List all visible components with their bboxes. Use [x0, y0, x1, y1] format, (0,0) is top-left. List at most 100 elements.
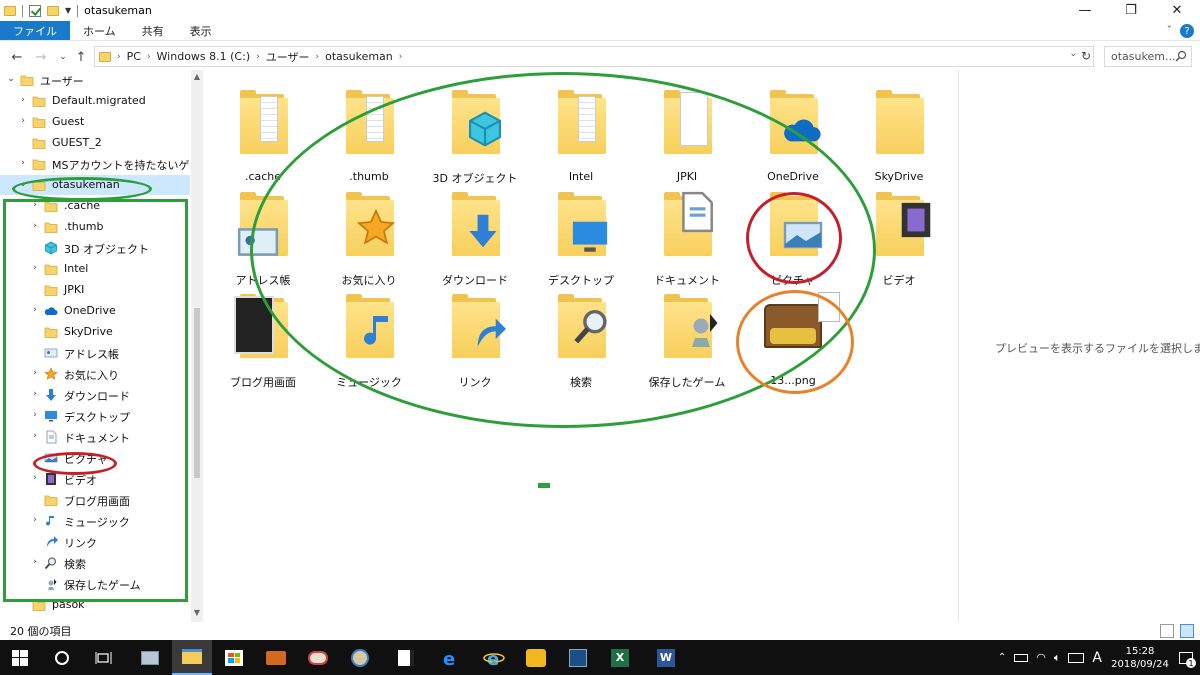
taskbar-app-dictionary[interactable] [558, 640, 598, 675]
file-item[interactable]: ミュージック [316, 282, 416, 389]
breadcrumb-pc[interactable]: PC [127, 50, 141, 63]
scroll-up-icon[interactable]: ▲ [191, 72, 203, 81]
quick-access-toolbar: ▼ [0, 4, 79, 17]
notification-center-button[interactable]: 1 [1172, 640, 1200, 675]
expand-ribbon-icon[interactable]: ˇ [1167, 24, 1173, 38]
scroll-thumb[interactable] [194, 308, 200, 478]
folder-papers-icon [238, 88, 298, 154]
file-item[interactable]: 保存したゲーム [634, 282, 734, 389]
details-view-icon[interactable] [1160, 624, 1174, 638]
file-item[interactable]: アドレス帳 [210, 180, 310, 287]
star-icon [344, 190, 404, 256]
nav-tree-item[interactable]: ⌄ ユーザー [0, 70, 190, 90]
chevron-down-icon[interactable]: ⌄ [18, 179, 28, 189]
file-item[interactable]: 検索 [528, 282, 628, 389]
breadcrumb-drive[interactable]: Windows 8.1 (C:) [157, 50, 251, 63]
nav-tree-label: Default.migrated [52, 94, 146, 107]
nav-scrollbar[interactable]: ▲ ▼ [191, 70, 203, 622]
properties-icon[interactable] [29, 4, 41, 17]
folder-icon[interactable] [4, 5, 16, 16]
file-item[interactable]: ドキュメント [634, 180, 734, 287]
help-icon[interactable]: ? [1180, 24, 1194, 38]
file-item[interactable]: ピクチャ [740, 180, 840, 287]
taskbar-app-ie[interactable]: e [474, 640, 514, 675]
start-button[interactable] [0, 640, 40, 675]
chevron-right-icon[interactable]: › [147, 52, 151, 62]
cortana-button[interactable] [42, 640, 82, 675]
taskbar-app-store[interactable] [214, 640, 254, 675]
chevron-down-icon[interactable]: ⌄ [6, 74, 16, 84]
back-arrow-icon[interactable]: ← [6, 50, 28, 65]
taskbar-app-yellow[interactable] [516, 640, 556, 675]
scroll-down-icon[interactable]: ▼ [191, 608, 203, 617]
file-item[interactable]: JPKI [634, 78, 734, 183]
file-item[interactable]: .cache [210, 78, 310, 183]
nav-tree-item[interactable]: ⌄ otasukeman [0, 175, 190, 195]
nav-tree-item[interactable]: GUEST_2 [0, 133, 190, 153]
chevron-right-icon[interactable]: › [316, 52, 320, 62]
tab-file[interactable]: ファイル [0, 21, 70, 40]
tab-view[interactable]: 表示 [177, 21, 225, 40]
chevron-right-icon[interactable]: › [399, 52, 403, 62]
file-item[interactable]: 13...png [740, 282, 840, 387]
maximize-button[interactable]: ❐ [1108, 0, 1154, 21]
file-item[interactable]: .thumb [316, 78, 416, 183]
file-item[interactable]: ビデオ [846, 180, 946, 287]
refresh-icon[interactable]: ↻ [1081, 49, 1091, 63]
file-item[interactable]: ダウンロード [422, 180, 522, 287]
show-hidden-icons-icon[interactable]: ⌃ [998, 652, 1006, 663]
taskbar-app-excel[interactable]: X [600, 640, 640, 675]
file-item[interactable]: ブログ用画面 [210, 282, 310, 389]
breadcrumb-users[interactable]: ユーザー [266, 49, 310, 65]
file-item[interactable]: Intel [528, 78, 628, 183]
preview-message: プレビューを表示するファイルを選択します。 [995, 342, 1200, 355]
task-view-button[interactable] [84, 640, 124, 675]
tab-home[interactable]: ホーム [70, 21, 129, 40]
taskbar-app-paint[interactable] [298, 640, 338, 675]
divider [77, 4, 79, 17]
wifi-icon[interactable]: ◠ [1036, 651, 1046, 664]
chevron-down-icon[interactable]: ⌄ [1069, 49, 1077, 59]
file-item[interactable]: SkyDrive [846, 78, 946, 183]
chevron-right-icon[interactable]: › [18, 95, 28, 105]
taskbar-app-toolbox[interactable] [256, 640, 296, 675]
file-item[interactable]: 3D オブジェクト [422, 78, 522, 185]
address-bar[interactable]: › PC › Windows 8.1 (C:) › ユーザー › otasuke… [94, 46, 1094, 67]
chevron-right-icon[interactable]: › [117, 52, 121, 62]
taskbar-app-paint2[interactable] [340, 640, 380, 675]
minimize-button[interactable]: — [1062, 0, 1108, 21]
close-button[interactable]: ✕ [1154, 0, 1200, 21]
file-item[interactable]: OneDrive [740, 78, 840, 183]
address-row: ← → ⌄ ↑ › PC › Windows 8.1 (C:) › ユーザー ›… [0, 44, 1200, 70]
taskbar-app-edge[interactable]: e [430, 640, 470, 675]
tab-share[interactable]: 共有 [129, 21, 177, 40]
nav-tree-item[interactable]: › MSアカウントを持たないゲスト [0, 154, 204, 174]
screenshot-icon [234, 292, 298, 358]
chevron-right-icon[interactable]: › [18, 158, 28, 168]
volume-icon[interactable]: 🔈︎ [1054, 651, 1061, 665]
desktop-icon [556, 190, 616, 256]
battery-icon[interactable] [1014, 653, 1029, 662]
taskbar-app-photos[interactable] [130, 640, 170, 675]
chevron-right-icon[interactable]: › [18, 116, 28, 126]
nav-tree-item[interactable]: › Guest [0, 112, 190, 132]
large-icons-view-icon[interactable] [1180, 624, 1194, 638]
new-folder-icon[interactable] [47, 5, 59, 16]
up-arrow-icon[interactable]: ↑ [70, 50, 92, 65]
taskbar-app-explorer[interactable] [172, 640, 212, 675]
chevron-right-icon[interactable]: › [256, 52, 260, 62]
clock[interactable]: 15:28 2018/09/24 [1108, 645, 1172, 671]
search-input[interactable]: otasukem... [1104, 46, 1192, 67]
keyboard-icon[interactable] [1068, 652, 1085, 663]
file-item[interactable]: リンク [422, 282, 522, 389]
taskbar-app-word[interactable]: W [646, 640, 686, 675]
taskbar-app-notes[interactable] [386, 640, 426, 675]
file-item[interactable]: デスクトップ [528, 180, 628, 287]
nav-tree-item[interactable]: › Default.migrated [0, 91, 190, 111]
forward-arrow-icon[interactable]: → [30, 50, 52, 65]
breadcrumb-otasukeman[interactable]: otasukeman [325, 50, 393, 63]
ime-indicator[interactable]: A [1092, 650, 1102, 666]
customize-toolbar-icon[interactable]: ▼ [65, 6, 71, 15]
file-item[interactable]: お気に入り [316, 180, 416, 287]
file-item-label: 保存したゲーム [648, 376, 726, 389]
